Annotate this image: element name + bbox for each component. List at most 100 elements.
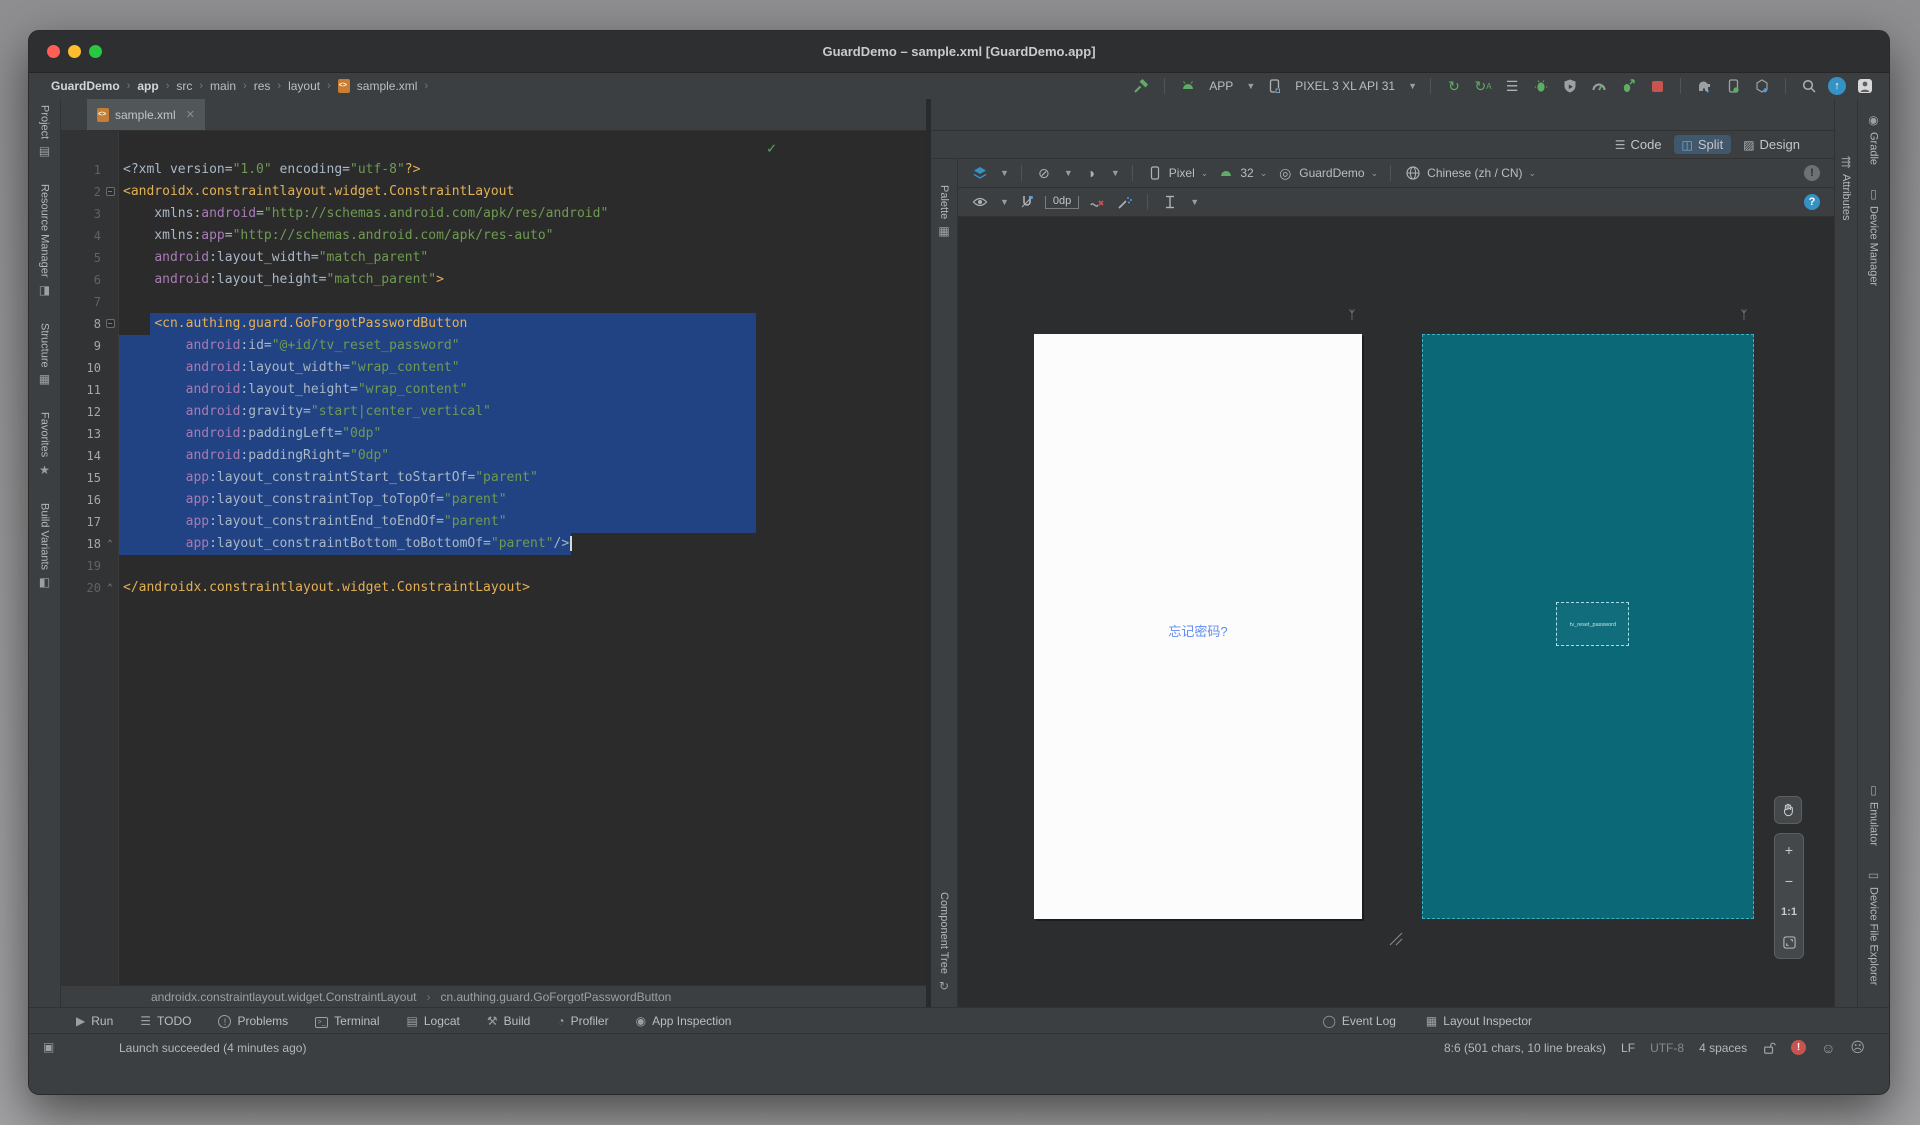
sidebar-item-emulator[interactable]: ▯ Emulator (1868, 783, 1880, 846)
tab-component-tree[interactable]: Component Tree ↻ (938, 892, 950, 993)
breadcrumb-item-main[interactable]: main (210, 79, 236, 93)
default-margin-button[interactable]: 0dp (1044, 195, 1080, 209)
breadcrumb-child[interactable]: cn.authing.guard.GoForgotPasswordButton (441, 990, 672, 1004)
autoconnect-magnet-icon[interactable] (1017, 192, 1037, 212)
indent-indicator[interactable]: 4 spaces (1699, 1041, 1747, 1055)
breadcrumb-item-sample-xml[interactable]: sample.xml (357, 79, 418, 93)
breadcrumb-parent[interactable]: androidx.constraintlayout.widget.Constra… (151, 990, 417, 1004)
mode-code-button[interactable]: ☰ Code (1607, 135, 1670, 154)
render-issues-icon[interactable]: ! (1804, 165, 1820, 181)
profiler-gauge-icon[interactable] (1589, 76, 1609, 96)
fold-marker[interactable]: − (101, 187, 119, 197)
api-level-selector[interactable]: 32 ⌄ (1216, 163, 1267, 183)
sidebar-item-device-file-explorer[interactable]: ▭ Device File Explorer (1868, 868, 1880, 985)
lock-icon[interactable] (1762, 1038, 1776, 1058)
status-widget-event-log[interactable]: ◯ Event Log (1322, 1014, 1395, 1028)
layers-view-mode-icon[interactable] (970, 163, 990, 183)
breadcrumb-item-src[interactable]: src (176, 79, 192, 93)
tool-window-button-run[interactable]: ▶ Run (76, 1014, 113, 1028)
resize-handle-icon[interactable] (1386, 929, 1404, 947)
tool-window-toggle-icon[interactable]: ▣ (43, 1040, 54, 1054)
tab-attributes[interactable]: ⇶ Attributes (1840, 155, 1852, 220)
tool-window-button-build[interactable]: ⚒ Build (487, 1014, 530, 1028)
status-widget-layout-inspector[interactable]: ▦ Layout Inspector (1426, 1014, 1532, 1028)
encoding-indicator[interactable]: UTF-8 (1650, 1041, 1684, 1055)
tool-window-button-logcat[interactable]: ▤ Logcat (407, 1014, 460, 1028)
stop-icon[interactable] (1647, 76, 1667, 96)
run-list-icon[interactable]: ☰ (1502, 76, 1522, 96)
debug-bug-icon[interactable] (1531, 76, 1551, 96)
sidebar-item-favorites[interactable]: Favorites ★ (39, 412, 51, 476)
breadcrumb-item-app[interactable]: app (137, 79, 158, 93)
ide-update-icon[interactable]: ↑ (1828, 77, 1846, 95)
align-icon[interactable] (1160, 192, 1180, 212)
run-restart-icon[interactable]: ↻ (1444, 76, 1464, 96)
forgot-password-text[interactable]: 忘记密码? (1034, 621, 1362, 640)
search-everywhere-icon[interactable] (1799, 76, 1819, 96)
tool-window-button-problems[interactable]: ! Problems (218, 1014, 288, 1028)
sidebar-item-gradle[interactable]: ◉ Gradle (1868, 113, 1880, 165)
pan-hand-button[interactable] (1774, 796, 1802, 824)
code-editor[interactable]: 1 <?xml version="1.0" encoding="utf-8"?> 2… (61, 131, 926, 985)
infer-constraints-wand-icon[interactable] (1115, 192, 1135, 212)
mode-design-button[interactable]: ▨ Design (1735, 135, 1808, 154)
code-text: app:layout_constraintTop_toTopOf="parent… (119, 489, 756, 511)
help-icon[interactable]: ? (1804, 194, 1820, 210)
chevron-down-icon[interactable]: ▼ (1246, 81, 1255, 91)
inspection-ok-icon[interactable]: ✓ (767, 139, 776, 157)
mode-split-button[interactable]: ◫ Split (1673, 135, 1732, 154)
blueprint-widget-box[interactable]: tv_reset_password (1556, 602, 1629, 646)
zoom-out-button[interactable]: − (1775, 865, 1803, 896)
gradle-sync-icon[interactable] (1694, 76, 1714, 96)
run-configuration-select[interactable]: APP (1209, 79, 1233, 93)
locale-selector[interactable]: Chinese (zh / CN) ⌄ (1403, 163, 1536, 183)
zoom-reset-button[interactable]: 1:1 (1775, 896, 1803, 927)
tool-window-button-todo[interactable]: ☰ TODO (140, 1014, 191, 1028)
chevron-down-icon[interactable]: ▼ (1408, 81, 1417, 91)
night-mode-icon[interactable]: ◑ (1081, 163, 1101, 183)
device-selector[interactable]: Pixel ⌄ (1145, 163, 1208, 183)
fold-marker[interactable]: ⌃ (101, 539, 119, 549)
sidebar-item-build-variants[interactable]: Build Variants ◧ (39, 503, 51, 589)
device-manager-icon[interactable] (1723, 76, 1743, 96)
breadcrumb-item-res[interactable]: res (254, 79, 271, 93)
attach-debugger-icon[interactable] (1560, 76, 1580, 96)
error-notification-icon[interactable]: ! (1791, 1040, 1807, 1055)
view-options-eye-icon[interactable] (970, 192, 990, 212)
tab-sample-xml[interactable]: sample.xml ✕ (87, 99, 205, 130)
tool-window-button-terminal[interactable]: >_ Terminal (315, 1013, 380, 1028)
smiley-icon[interactable]: ☺ (1821, 1040, 1835, 1056)
sidebar-item-resource-manager[interactable]: Resource Manager ◨ (39, 184, 51, 297)
tool-window-button-profiler[interactable]: ◔ Profiler (557, 1014, 608, 1028)
sidebar-item-device-manager[interactable]: ▯ Device Manager (1868, 187, 1880, 286)
target-device-select[interactable]: PIXEL 3 XL API 31 (1295, 79, 1395, 93)
sdk-manager-icon[interactable] (1752, 76, 1772, 96)
breadcrumb-item-layout[interactable]: layout (288, 79, 320, 93)
orientation-icon[interactable]: ⊘ (1034, 163, 1054, 183)
minimize-window-button[interactable] (68, 45, 81, 58)
build-hammer-icon[interactable] (1131, 76, 1151, 96)
sidebar-item-project[interactable]: Project ▤ (39, 105, 51, 158)
clear-constraints-icon[interactable] (1087, 192, 1107, 212)
close-window-button[interactable] (47, 45, 60, 58)
apply-code-changes-icon[interactable] (1618, 76, 1638, 96)
theme-selector[interactable]: ◎ GuardDemo ⌄ (1275, 163, 1378, 183)
tool-window-button-app-inspection[interactable]: ◉ App Inspection (636, 1014, 732, 1028)
fold-marker[interactable]: − (101, 319, 119, 329)
profile-avatar-icon[interactable] (1855, 76, 1875, 96)
fold-marker[interactable]: ⌃ (101, 583, 119, 593)
design-preview-screen[interactable]: 忘记密码? (1034, 334, 1362, 919)
line-ending-indicator[interactable]: LF (1621, 1041, 1635, 1055)
apply-changes-icon[interactable]: ↻ A (1473, 76, 1493, 96)
caret-position[interactable]: 8:6 (501 chars, 10 line breaks) (1444, 1041, 1606, 1055)
sidebar-item-structure[interactable]: Structure ▦ (39, 323, 51, 387)
zoom-to-fit-button[interactable] (1775, 927, 1803, 958)
breadcrumb-item-guarddemo[interactable]: GuardDemo (51, 79, 120, 93)
frown-icon[interactable]: ☹ (1850, 1039, 1865, 1056)
tab-palette[interactable]: Palette ▦ (938, 185, 950, 238)
blueprint-preview-screen[interactable]: tv_reset_password (1422, 334, 1754, 919)
maximize-window-button[interactable] (89, 45, 102, 58)
close-tab-icon[interactable]: ✕ (186, 108, 195, 121)
design-surface[interactable]: ᛉ ᛉ 忘记密码? tv_reset_password + − 1:1 (958, 217, 1834, 1007)
zoom-in-button[interactable]: + (1775, 834, 1803, 865)
